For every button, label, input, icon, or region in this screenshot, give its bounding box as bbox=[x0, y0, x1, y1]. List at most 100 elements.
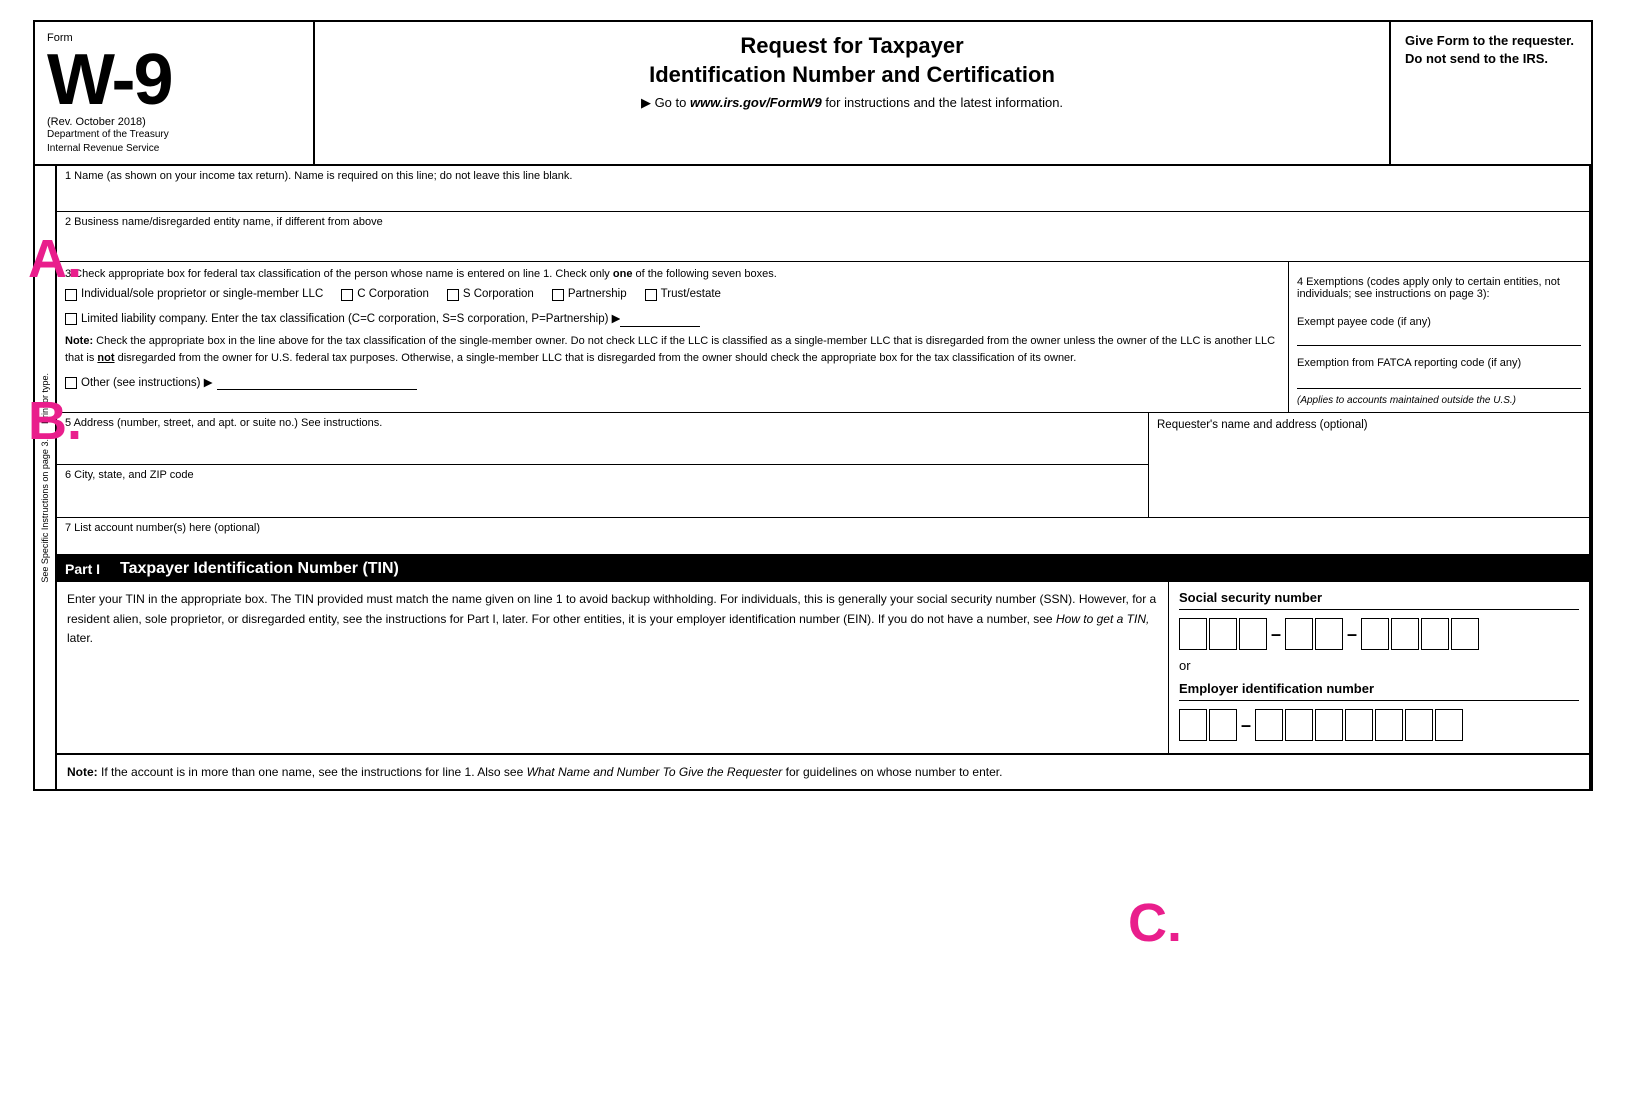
checkbox-c-corp-label: C Corporation bbox=[357, 288, 429, 300]
checkbox-trust-label: Trust/estate bbox=[661, 288, 721, 300]
ssn-box-1[interactable] bbox=[1179, 618, 1207, 650]
ein-box-4[interactable] bbox=[1285, 709, 1313, 741]
ssn-group-1 bbox=[1179, 618, 1267, 650]
line-3b-row: Limited liability company. Enter the tax… bbox=[65, 311, 1280, 327]
ssn-group-2 bbox=[1285, 618, 1343, 650]
form-header: Form W-9 (Rev. October 2018) Department … bbox=[35, 22, 1591, 166]
checkbox-individual-label: Individual/sole proprietor or single-mem… bbox=[81, 288, 323, 300]
checkbox-s-corp-label: S Corporation bbox=[463, 288, 534, 300]
ein-box-1[interactable] bbox=[1179, 709, 1207, 741]
part-i-body: Enter your TIN in the appropriate box. T… bbox=[57, 582, 1589, 754]
ein-group-1 bbox=[1179, 709, 1237, 741]
line-3-right: 4 Exemptions (codes apply only to certai… bbox=[1289, 262, 1589, 412]
ein-box-6[interactable] bbox=[1345, 709, 1373, 741]
line-5-label: 5 Address (number, street, and apt. or s… bbox=[65, 417, 1140, 429]
llc-classification-input[interactable] bbox=[620, 311, 700, 327]
ssn-group-3 bbox=[1361, 618, 1479, 650]
exempt-payee-label: Exempt payee code (if any) bbox=[1297, 316, 1581, 328]
line-3-label: 3 Check appropriate box for federal tax … bbox=[65, 268, 1280, 280]
other-input[interactable] bbox=[217, 374, 417, 390]
goto-text: ▶ Go to www.irs.gov/FormW9 for instructi… bbox=[335, 95, 1369, 111]
ein-box-7[interactable] bbox=[1375, 709, 1403, 741]
line-2: 2 Business name/disregarded entity name,… bbox=[57, 212, 1589, 262]
line-requesters: Requester's name and address (optional) bbox=[1149, 413, 1589, 517]
line-567-section: 5 Address (number, street, and apt. or s… bbox=[57, 413, 1589, 518]
line-3-section: 3 Check appropriate box for federal tax … bbox=[57, 262, 1589, 413]
ssn-box-7[interactable] bbox=[1391, 618, 1419, 650]
header-center: Request for Taxpayer Identification Numb… bbox=[315, 22, 1391, 164]
other-label: Other (see instructions) ▶ bbox=[81, 375, 213, 389]
checkbox-individual-box[interactable] bbox=[65, 289, 77, 301]
ein-label: Employer identification number bbox=[1179, 681, 1579, 701]
form-body: See Specific Instructions on page 3. Pri… bbox=[35, 166, 1591, 789]
checkbox-individual[interactable]: Individual/sole proprietor or single-mem… bbox=[65, 288, 323, 301]
part-i-header: Part I Taxpayer Identification Number (T… bbox=[57, 556, 1589, 582]
or-text: or bbox=[1179, 658, 1579, 673]
ssn-dash-2: – bbox=[1347, 624, 1357, 645]
ssn-box-8[interactable] bbox=[1421, 618, 1449, 650]
part-i-left: Enter your TIN in the appropriate box. T… bbox=[57, 582, 1169, 753]
checkbox-trust-box[interactable] bbox=[645, 289, 657, 301]
checkbox-partnership-box[interactable] bbox=[552, 289, 564, 301]
line-5: 5 Address (number, street, and apt. or s… bbox=[57, 413, 1148, 465]
checkboxes-row: Individual/sole proprietor or single-mem… bbox=[65, 288, 1280, 301]
form-number: W-9 bbox=[47, 44, 301, 116]
fatca-label: Exemption from FATCA reporting code (if … bbox=[1297, 356, 1581, 371]
checkbox-llc-box[interactable] bbox=[65, 313, 77, 325]
line-567-left: 5 Address (number, street, and apt. or s… bbox=[57, 413, 1149, 517]
llc-label: Limited liability company. Enter the tax… bbox=[81, 311, 620, 325]
line-2-label: 2 Business name/disregarded entity name,… bbox=[65, 216, 1581, 228]
part-i-title: Taxpayer Identification Number (TIN) bbox=[120, 560, 399, 578]
checkbox-partnership-label: Partnership bbox=[568, 288, 627, 300]
annotation-c: C. bbox=[1128, 892, 1182, 954]
line-note: Note: Check the appropriate box in the l… bbox=[65, 333, 1280, 366]
ein-box-2[interactable] bbox=[1209, 709, 1237, 741]
ssn-box-6[interactable] bbox=[1361, 618, 1389, 650]
ein-group-2 bbox=[1255, 709, 1463, 741]
line-4-label: 4 Exemptions (codes apply only to certai… bbox=[1297, 276, 1581, 300]
line-3-left: 3 Check appropriate box for federal tax … bbox=[57, 262, 1289, 412]
part-i-right: Social security number – bbox=[1169, 582, 1589, 753]
part-i-body-text: Enter your TIN in the appropriate box. T… bbox=[67, 590, 1158, 648]
ssn-dash-1: – bbox=[1271, 624, 1281, 645]
checkbox-partnership[interactable]: Partnership bbox=[552, 288, 627, 301]
ein-box-5[interactable] bbox=[1315, 709, 1343, 741]
ein-box-9[interactable] bbox=[1435, 709, 1463, 741]
applies-note: (Applies to accounts maintained outside … bbox=[1297, 395, 1581, 406]
annotation-a: A. bbox=[28, 228, 82, 290]
other-row: Other (see instructions) ▶ bbox=[65, 374, 1280, 390]
ssn-label: Social security number bbox=[1179, 590, 1579, 610]
requesters-label: Requester's name and address (optional) bbox=[1157, 419, 1581, 431]
exempt-payee-line[interactable] bbox=[1297, 330, 1581, 346]
line-6-label: 6 City, state, and ZIP code bbox=[65, 469, 1140, 481]
checkbox-c-corp-box[interactable] bbox=[341, 289, 353, 301]
checkbox-s-corp-box[interactable] bbox=[447, 289, 459, 301]
part-i-label: Part I bbox=[65, 561, 100, 577]
checkbox-other-box[interactable] bbox=[65, 377, 77, 389]
ein-box-8[interactable] bbox=[1405, 709, 1433, 741]
ssn-box-2[interactable] bbox=[1209, 618, 1237, 650]
ein-dash: – bbox=[1241, 715, 1251, 736]
line-1-label: 1 Name (as shown on your income tax retu… bbox=[65, 170, 1581, 182]
line-1: 1 Name (as shown on your income tax retu… bbox=[57, 166, 1589, 212]
form-title: Request for Taxpayer Identification Numb… bbox=[335, 32, 1369, 89]
ssn-box-9[interactable] bbox=[1451, 618, 1479, 650]
ssn-box-4[interactable] bbox=[1285, 618, 1313, 650]
checkbox-s-corp[interactable]: S Corporation bbox=[447, 288, 534, 301]
checkbox-c-corp[interactable]: C Corporation bbox=[341, 288, 429, 301]
fatca-line[interactable] bbox=[1297, 373, 1581, 389]
ein-boxes: – bbox=[1179, 709, 1579, 741]
ein-box-3[interactable] bbox=[1255, 709, 1283, 741]
main-content: 1 Name (as shown on your income tax retu… bbox=[57, 166, 1591, 789]
header-left: Form W-9 (Rev. October 2018) Department … bbox=[35, 22, 315, 164]
form-dept: Department of the Treasury Internal Reve… bbox=[47, 128, 301, 156]
line-6: 6 City, state, and ZIP code bbox=[57, 465, 1148, 517]
line-7: 7 List account number(s) here (optional) bbox=[57, 518, 1589, 556]
note-bottom: Note: If the account is in more than one… bbox=[57, 754, 1589, 789]
checkbox-trust[interactable]: Trust/estate bbox=[645, 288, 721, 301]
header-right: Give Form to the requester. Do not send … bbox=[1391, 22, 1591, 164]
line-7-label: 7 List account number(s) here (optional) bbox=[65, 522, 1581, 534]
ssn-box-5[interactable] bbox=[1315, 618, 1343, 650]
ssn-box-3[interactable] bbox=[1239, 618, 1267, 650]
annotation-b: B. bbox=[28, 390, 82, 452]
